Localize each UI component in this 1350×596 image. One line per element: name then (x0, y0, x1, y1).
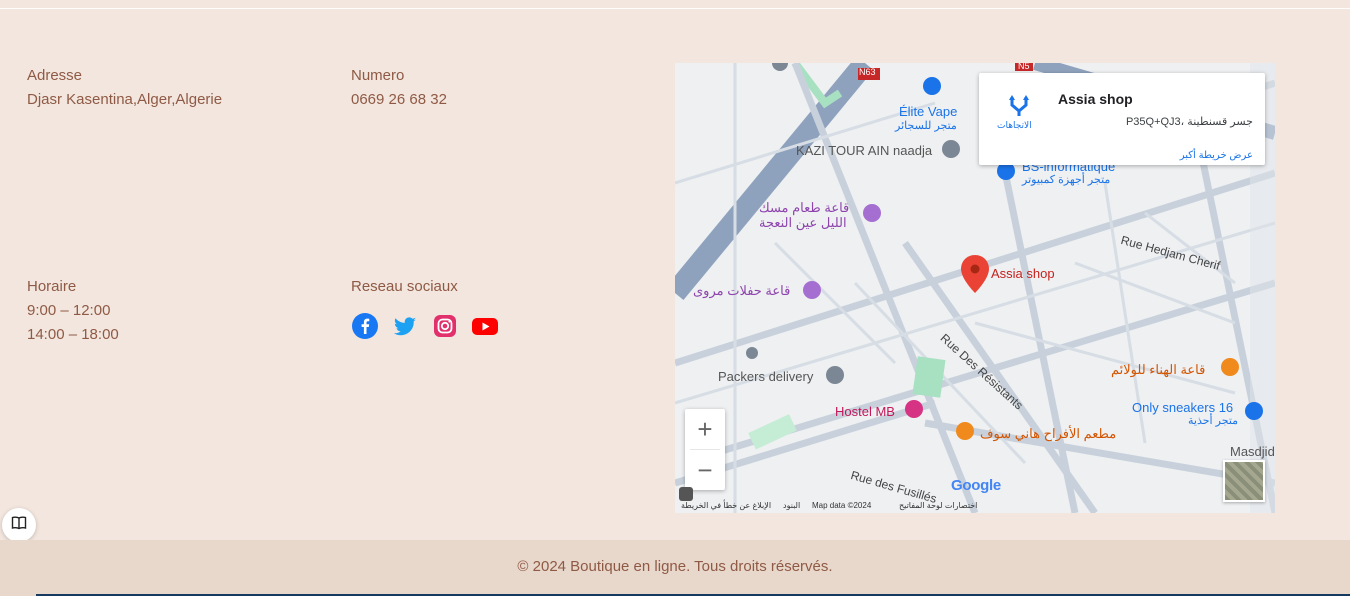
map-mode-icon[interactable] (679, 487, 693, 501)
footer-copyright: © 2024 Boutique en ligne. Tous droits ré… (517, 558, 833, 575)
social-links (351, 312, 499, 340)
phone-label: Numero (351, 67, 405, 84)
zoom-out-button[interactable]: − (685, 450, 725, 490)
satellite-toggle[interactable] (1223, 460, 1265, 502)
address-value: Djasr Kasentina,Alger,Algerie (27, 91, 223, 108)
map-data-text: Map data ©2024 (812, 501, 872, 510)
poi-kazi-tour[interactable]: KAZI TOUR AIN naadja (796, 143, 932, 158)
poi-hall-marwa[interactable]: قاعة حفلات مروى (693, 283, 790, 299)
poi-hana-hall[interactable]: قاعة الهناء للولائم (1111, 362, 1205, 378)
marker-label[interactable]: Assia shop (991, 266, 1055, 281)
hours-line-2: 14:00 – 18:00 (27, 326, 119, 343)
book-icon (11, 515, 27, 536)
poi-elite-vape-sub: متجر للسجائر (895, 120, 957, 132)
road-n5: N5 (1018, 63, 1030, 71)
poi-packers-delivery[interactable]: Packers delivery (718, 369, 813, 384)
address-block: Adresse Djasr Kasentina,Alger,Algerie (27, 64, 222, 112)
phone-block: Numero 0669 26 68 32 (351, 64, 447, 112)
place-card-address: P35Q+QJ3، جسر قسنطينة (1125, 116, 1253, 128)
top-divider (0, 8, 1350, 9)
poi-elite-vape[interactable]: Élite Vape (899, 104, 957, 119)
directions-label[interactable]: الاتجاهات (997, 120, 1032, 131)
book-button[interactable] (2, 508, 36, 542)
address-label: Adresse (27, 67, 83, 84)
phone-value: 0669 26 68 32 (351, 91, 447, 108)
facebook-icon[interactable] (351, 312, 379, 340)
hours-line-1: 9:00 – 12:00 (27, 302, 111, 319)
map-attribution: الإبلاغ عن خطأ في الخريطة البنود Map dat… (675, 487, 1275, 513)
instagram-icon[interactable] (431, 312, 459, 340)
poi-bs-informatique-sub: متجر أجهزة كمبيوتر (1022, 174, 1111, 186)
youtube-icon[interactable] (471, 312, 499, 340)
place-card-title: Assia shop (1058, 91, 1133, 107)
report-error-link[interactable]: الإبلاغ عن خطأ في الخريطة (681, 501, 771, 510)
zoom-controls: + − (685, 409, 725, 490)
twitter-icon[interactable] (391, 312, 419, 340)
terms-link[interactable]: البنود (783, 501, 800, 510)
poi-only-sneakers[interactable]: Only sneakers 16 (1132, 400, 1233, 415)
google-logo: Google (951, 477, 1001, 494)
place-card: الاتجاهات Assia shop P35Q+QJ3، جسر قسنطي… (979, 73, 1265, 165)
road-n63: N63 (859, 67, 876, 77)
zoom-in-button[interactable]: + (685, 409, 725, 449)
hours-block: Horaire 9:00 – 12:00 14:00 – 18:00 (27, 275, 119, 347)
social-block: Reseau sociaux (351, 275, 458, 299)
footer: © 2024 Boutique en ligne. Tous droits ré… (0, 540, 1350, 596)
poi-restaurant[interactable]: مطعم الأفراح هاني سوف (980, 426, 1116, 442)
poi-hall-misk-line2: الليل عين النعجة (759, 215, 847, 230)
poi-only-sneakers-sub: متجر أحذية (1188, 415, 1239, 427)
google-map[interactable]: Élite Vape متجر للسجائر KAZI TOUR AIN na… (675, 63, 1275, 513)
poi-masdjid[interactable]: Masdjid (1230, 444, 1275, 459)
social-label: Reseau sociaux (351, 278, 458, 295)
keyboard-shortcuts-link[interactable]: اختصارات لوحة المفاتيح (899, 501, 977, 510)
poi-hall-misk-line1[interactable]: قاعة طعام مسك (759, 200, 849, 216)
hours-label: Horaire (27, 278, 77, 295)
poi-hostel-mb[interactable]: Hostel MB (835, 404, 895, 419)
larger-map-link[interactable]: عرض خريطة أكبر (1180, 150, 1253, 161)
